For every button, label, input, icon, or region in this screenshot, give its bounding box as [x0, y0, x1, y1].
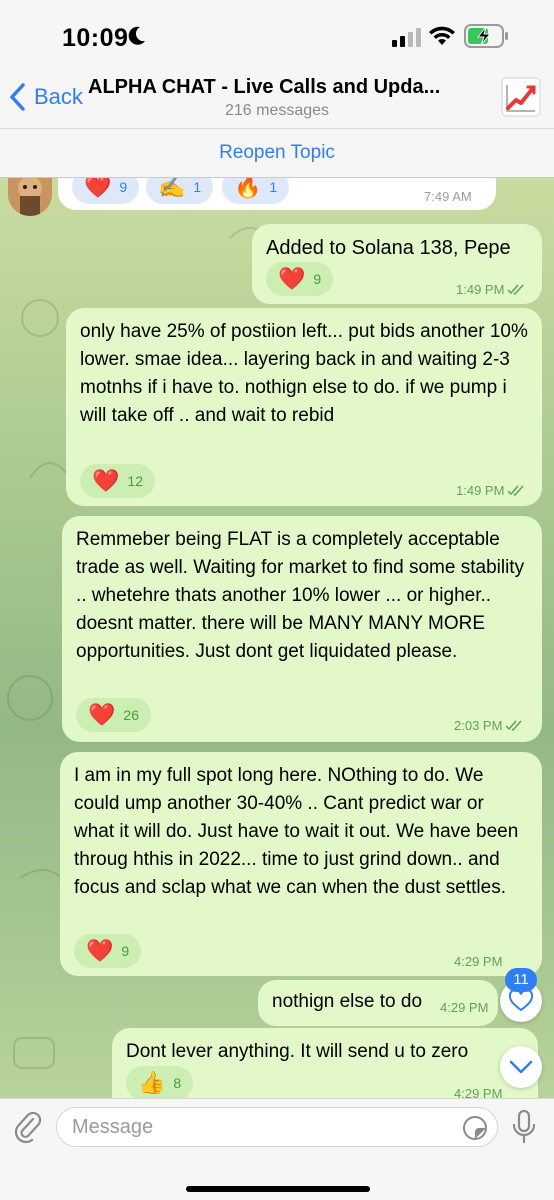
- time-label: 4:29 PM: [454, 954, 503, 969]
- chat-title[interactable]: ALPHA CHAT - Live Calls and Upda...: [88, 76, 468, 99]
- sticker-icon[interactable]: [462, 1115, 488, 1141]
- message-text: only have 25% of postiion left... put bi…: [80, 321, 534, 426]
- reaction-fire[interactable]: 🔥 1: [222, 178, 290, 204]
- status-bar: 10:09: [0, 0, 554, 70]
- message-time: 2:03 PM: [454, 718, 523, 733]
- message-input[interactable]: [56, 1107, 498, 1147]
- reaction-count: 9: [119, 179, 128, 195]
- message-time: 4:29 PM: [454, 1086, 502, 1098]
- time-label: 2:03 PM: [454, 718, 503, 733]
- message-time: 1:49 PM: [456, 483, 525, 498]
- chevron-down-icon: [509, 1060, 533, 1074]
- reaction-count: 1: [193, 179, 202, 195]
- reaction-emoji: ❤️: [278, 266, 306, 291]
- paperclip-icon[interactable]: [14, 1111, 42, 1143]
- reaction-thumbs-up[interactable]: 👍 8: [126, 1066, 194, 1098]
- message-count: 216 messages: [224, 102, 330, 119]
- home-indicator: [186, 1186, 370, 1192]
- reaction-heart[interactable]: ❤️ 9: [72, 178, 140, 204]
- reaction-count: 12: [127, 473, 143, 489]
- message-time: 4:29 PM: [454, 954, 502, 969]
- reaction-emoji: 👍: [138, 1070, 166, 1095]
- reaction-heart[interactable]: ❤️ 9: [74, 934, 142, 968]
- chart-increasing-icon[interactable]: [500, 76, 542, 118]
- double-check-icon: [507, 485, 524, 496]
- reaction-count: 1: [269, 179, 278, 195]
- reaction-writing-hand[interactable]: ✍️ 1: [146, 178, 214, 204]
- reaction-emoji: ❤️: [92, 468, 120, 493]
- time-label: 4:29 PM: [440, 1000, 489, 1015]
- moon-icon: [128, 26, 145, 45]
- reaction-count: 8: [173, 1075, 182, 1091]
- wifi-icon: [429, 26, 455, 45]
- message-composer: [0, 1098, 554, 1200]
- battery-charging-icon: [464, 24, 508, 48]
- message-time: 1:49 PM: [456, 282, 525, 297]
- reaction-heart[interactable]: ❤️ 26: [76, 698, 151, 732]
- reactions-jump-button[interactable]: 11: [500, 968, 542, 1022]
- reaction-count: 9: [121, 943, 130, 959]
- reaction-emoji: ❤️: [86, 938, 114, 963]
- reaction-emoji: ❤️: [88, 702, 116, 727]
- time-label: 1:49 PM: [456, 483, 505, 498]
- message-text: Remmeber being FLAT is a completely acce…: [76, 529, 530, 662]
- reaction-emoji: ❤️: [84, 178, 112, 199]
- message-time: 4:29 PM: [440, 1000, 488, 1015]
- double-check-icon: [507, 284, 524, 295]
- message-time: 7:49 AM: [424, 189, 472, 204]
- reactions-badge: 11: [505, 968, 537, 992]
- message-text: Dont lever anything. It will send u to z…: [126, 1041, 469, 1062]
- reopen-topic-button[interactable]: Reopen Topic: [219, 142, 335, 164]
- status-time: 10:09: [62, 24, 129, 52]
- reaction-heart[interactable]: ❤️ 12: [80, 464, 155, 498]
- reaction-count: 26: [123, 707, 139, 723]
- microphone-icon[interactable]: [512, 1109, 536, 1145]
- heart-outline-icon: [509, 990, 533, 1012]
- cellular-signal-icon: [392, 28, 421, 47]
- time-label: 1:49 PM: [456, 282, 505, 297]
- message-text: I am in my full spot long here. NOthing …: [74, 765, 524, 898]
- reopen-topic-bar: Reopen Topic: [0, 128, 554, 178]
- reaction-emoji: 🔥: [234, 178, 262, 199]
- chat-header: Back ALPHA CHAT - Live Calls and Upda...…: [0, 70, 554, 128]
- reaction-emoji: ✍️: [158, 178, 186, 199]
- reaction-count: 9: [313, 271, 322, 287]
- double-check-icon: [505, 720, 522, 731]
- chat-area[interactable]: ❤️ 9 ✍️ 1 🔥 1 7:49 AM Added to Solana 13…: [0, 178, 554, 1098]
- scroll-to-bottom-button[interactable]: [500, 1046, 542, 1088]
- time-label: 4:29 PM: [454, 1086, 503, 1098]
- message-text: Added to Solana 138, Pepe: [266, 237, 511, 259]
- reaction-heart[interactable]: ❤️ 9: [266, 262, 334, 296]
